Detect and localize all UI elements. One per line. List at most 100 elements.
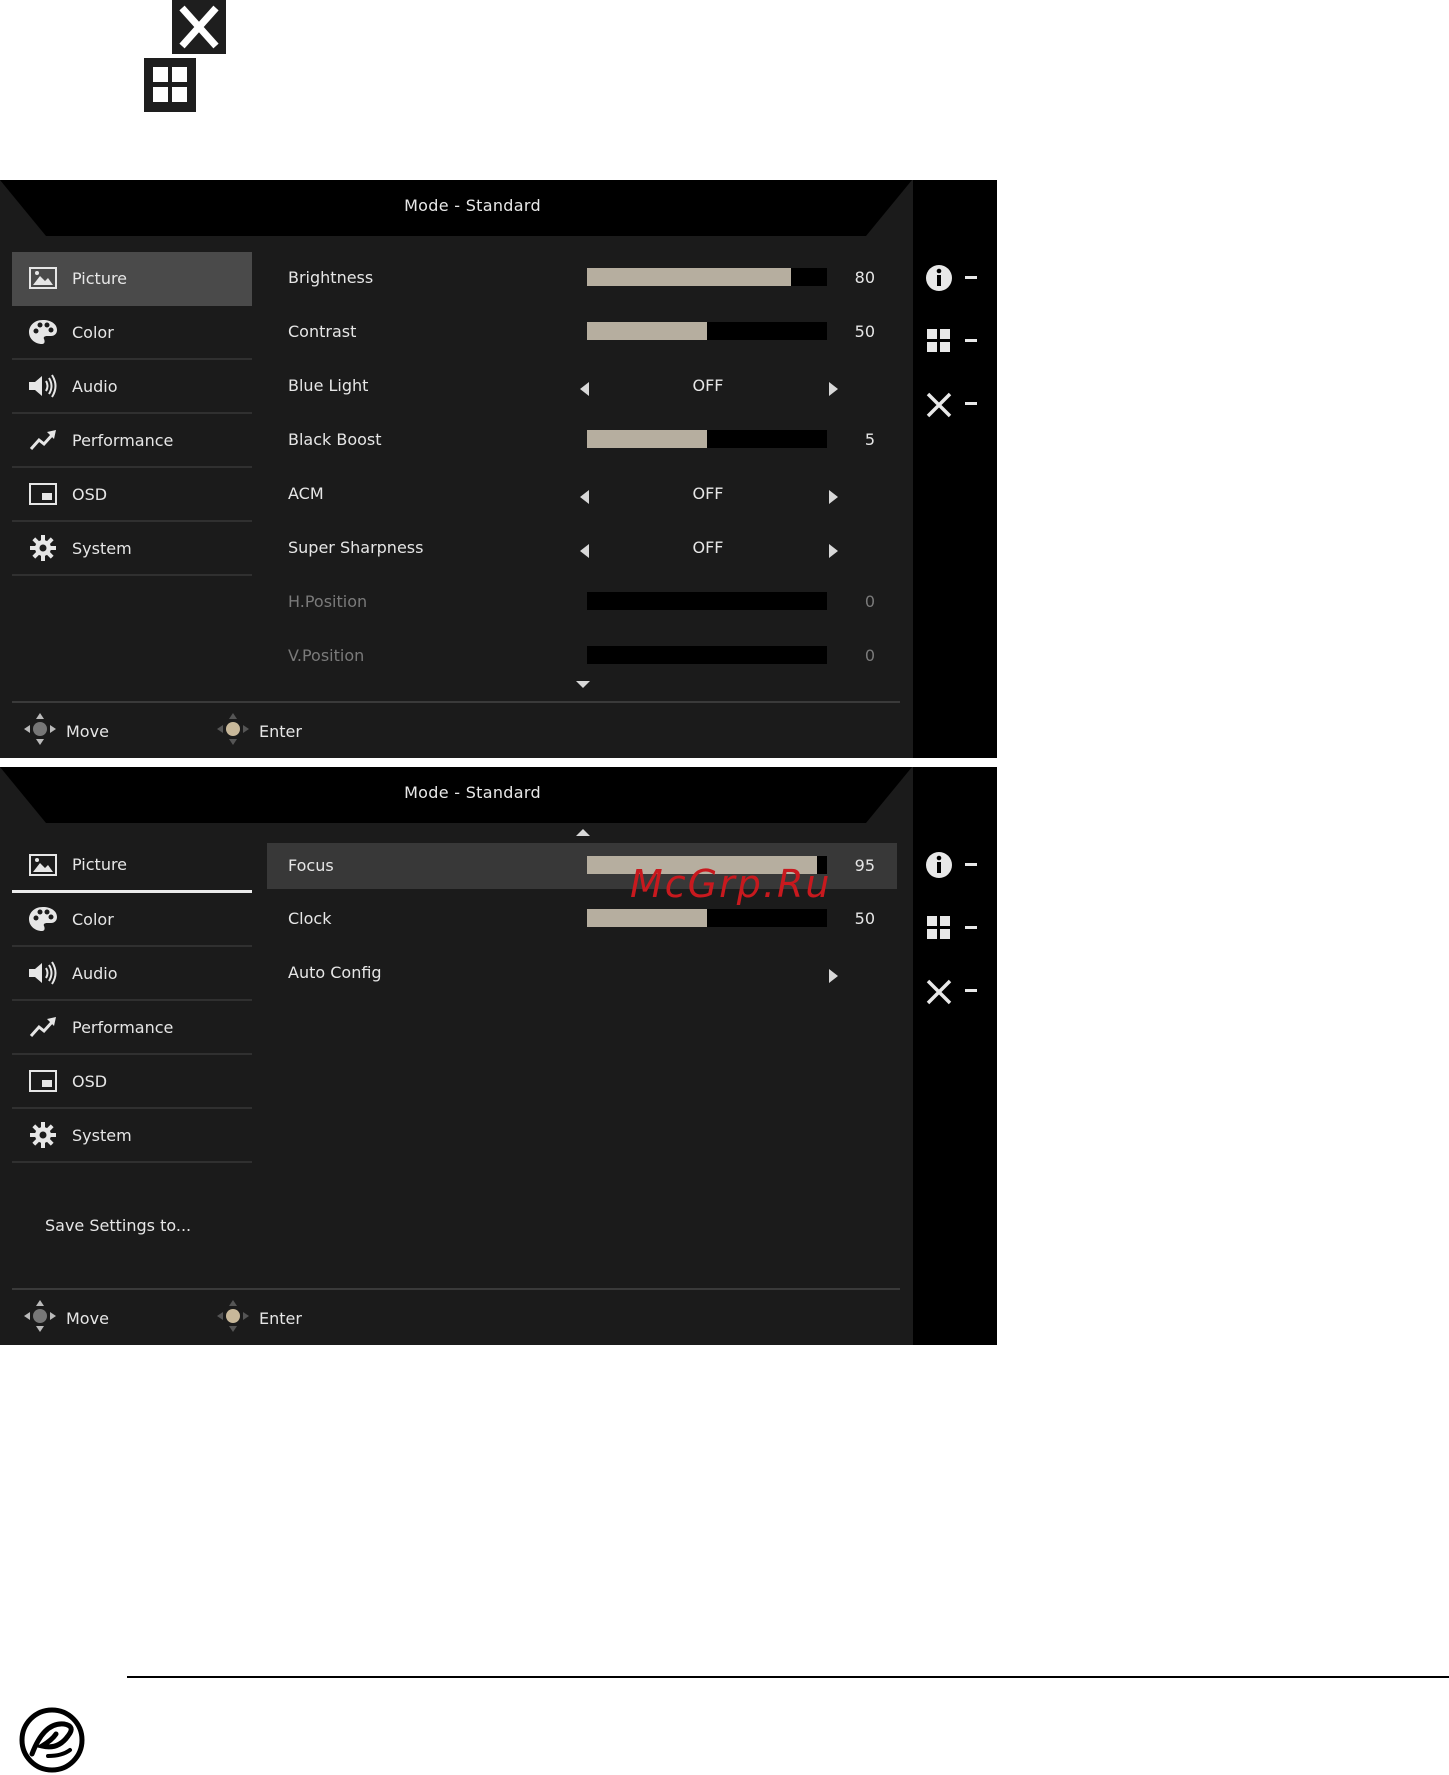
osd-header: Mode - Standard bbox=[0, 767, 912, 823]
joystick-move-icon bbox=[24, 712, 56, 750]
save-settings-link[interactable]: Save Settings to... bbox=[45, 1216, 191, 1235]
left-arrow-icon[interactable] bbox=[580, 544, 589, 558]
menu-label: Color bbox=[72, 909, 114, 929]
setting-row-black-boost[interactable]: Black Boost 5 bbox=[267, 414, 897, 468]
close-icon bbox=[926, 979, 952, 1005]
right-arrow-icon[interactable] bbox=[829, 544, 838, 558]
setting-value: 5 bbox=[864, 430, 875, 449]
slider-fill bbox=[587, 430, 707, 448]
left-arrow-icon[interactable] bbox=[580, 490, 589, 504]
menu-item-performance[interactable]: Performance bbox=[12, 1001, 252, 1055]
setting-row-auto-config[interactable]: Auto Config bbox=[267, 947, 897, 1001]
footer-hints: Move Enter bbox=[12, 1288, 900, 1345]
menu-label: Picture bbox=[72, 268, 128, 288]
option-value: OFF bbox=[692, 376, 724, 395]
menu-label: Performance bbox=[72, 1017, 174, 1037]
clock-slider[interactable] bbox=[587, 909, 827, 927]
menu-item-system[interactable]: System bbox=[12, 1109, 252, 1163]
menu-label: Picture bbox=[72, 855, 128, 874]
dash bbox=[965, 339, 977, 342]
joystick-move-icon bbox=[24, 1299, 56, 1337]
palette-icon bbox=[26, 903, 60, 935]
grid-hotkey[interactable] bbox=[923, 323, 983, 359]
joystick-press-icon bbox=[217, 712, 249, 750]
move-hint: Move bbox=[24, 1300, 109, 1336]
close-icon bbox=[926, 392, 952, 418]
brightness-slider[interactable] bbox=[587, 268, 827, 286]
menu-item-picture[interactable]: Picture bbox=[12, 839, 252, 893]
grid-icon bbox=[927, 329, 950, 352]
setting-label: Blue Light bbox=[288, 376, 369, 395]
dash bbox=[965, 402, 977, 405]
menu-item-color[interactable]: Color bbox=[12, 893, 252, 947]
option-value: OFF bbox=[692, 538, 724, 557]
hotkey-sidebar bbox=[913, 767, 997, 1345]
right-arrow-icon[interactable] bbox=[829, 382, 838, 396]
menu-item-picture[interactable]: Picture bbox=[12, 252, 252, 306]
info-hotkey[interactable] bbox=[923, 260, 983, 296]
slider-fill bbox=[587, 322, 707, 340]
osd-window-icon bbox=[26, 478, 60, 510]
setting-row-contrast[interactable]: Contrast 50 bbox=[267, 306, 897, 360]
left-arrow-icon[interactable] bbox=[580, 382, 589, 396]
setting-row-v-position: V.Position 0 bbox=[267, 630, 897, 684]
mode-title: Mode - Standard bbox=[404, 783, 541, 802]
setting-label: V.Position bbox=[288, 646, 365, 665]
main-menu: Picture Color Audio Performance OSD Syst… bbox=[12, 839, 252, 1163]
menu-item-audio[interactable]: Audio bbox=[12, 360, 252, 414]
slider-fill bbox=[587, 909, 707, 927]
setting-value: 80 bbox=[854, 268, 875, 287]
right-arrow-icon[interactable] bbox=[829, 969, 838, 983]
setting-value: 0 bbox=[864, 592, 875, 611]
menu-label: OSD bbox=[72, 1071, 108, 1091]
setting-row-brightness[interactable]: Brightness 80 bbox=[267, 252, 897, 306]
menu-item-performance[interactable]: Performance bbox=[12, 414, 252, 468]
right-arrow-icon[interactable] bbox=[829, 490, 838, 504]
mode-title: Mode - Standard bbox=[404, 196, 541, 215]
setting-label: Focus bbox=[288, 856, 334, 875]
option-value: OFF bbox=[692, 484, 724, 503]
osd-window-icon bbox=[26, 1065, 60, 1097]
enter-hint: Enter bbox=[217, 1300, 302, 1336]
h-position-slider bbox=[587, 592, 827, 610]
enter-label: Enter bbox=[259, 721, 302, 741]
dash bbox=[965, 863, 977, 866]
setting-row-blue-light[interactable]: Blue Light OFF bbox=[267, 360, 897, 414]
speaker-icon bbox=[26, 957, 60, 989]
v-position-slider bbox=[587, 646, 827, 664]
scroll-up-icon[interactable] bbox=[576, 829, 590, 836]
setting-label: Auto Config bbox=[288, 963, 382, 982]
osd-header: Mode - Standard bbox=[0, 180, 912, 236]
enter-hint: Enter bbox=[217, 713, 302, 749]
setting-row-super-sharpness[interactable]: Super Sharpness OFF bbox=[267, 522, 897, 576]
menu-item-color[interactable]: Color bbox=[12, 306, 252, 360]
black-boost-slider[interactable] bbox=[587, 430, 827, 448]
close-hotkey[interactable] bbox=[923, 386, 983, 422]
info-hotkey[interactable] bbox=[923, 847, 983, 883]
setting-label: Contrast bbox=[288, 322, 357, 341]
menu-item-audio[interactable]: Audio bbox=[12, 947, 252, 1001]
setting-label: ACM bbox=[288, 484, 324, 503]
scroll-down-icon[interactable] bbox=[576, 681, 590, 688]
dash bbox=[965, 926, 977, 929]
menu-label: OSD bbox=[72, 484, 108, 504]
close-hotkey[interactable] bbox=[923, 973, 983, 1009]
menu-item-osd[interactable]: OSD bbox=[12, 468, 252, 522]
setting-value: 0 bbox=[864, 646, 875, 665]
menu-label: Performance bbox=[72, 430, 174, 450]
osd-picture-screen-1: Mode - Standard Picture Color Audio Perf… bbox=[0, 180, 997, 758]
settings-list: Brightness 80 Contrast 50 Blue Light OFF… bbox=[267, 252, 897, 684]
dash bbox=[965, 989, 977, 992]
grid-key-icon bbox=[144, 58, 196, 112]
picture-icon bbox=[26, 262, 60, 294]
menu-item-system[interactable]: System bbox=[12, 522, 252, 576]
brand-logo-icon bbox=[18, 1706, 86, 1774]
grid-hotkey[interactable] bbox=[923, 910, 983, 946]
menu-item-osd[interactable]: OSD bbox=[12, 1055, 252, 1109]
setting-label: Brightness bbox=[288, 268, 374, 287]
setting-label: Super Sharpness bbox=[288, 538, 424, 557]
contrast-slider[interactable] bbox=[587, 322, 827, 340]
trend-up-icon bbox=[26, 1011, 60, 1043]
info-icon bbox=[926, 852, 952, 878]
setting-row-acm[interactable]: ACM OFF bbox=[267, 468, 897, 522]
